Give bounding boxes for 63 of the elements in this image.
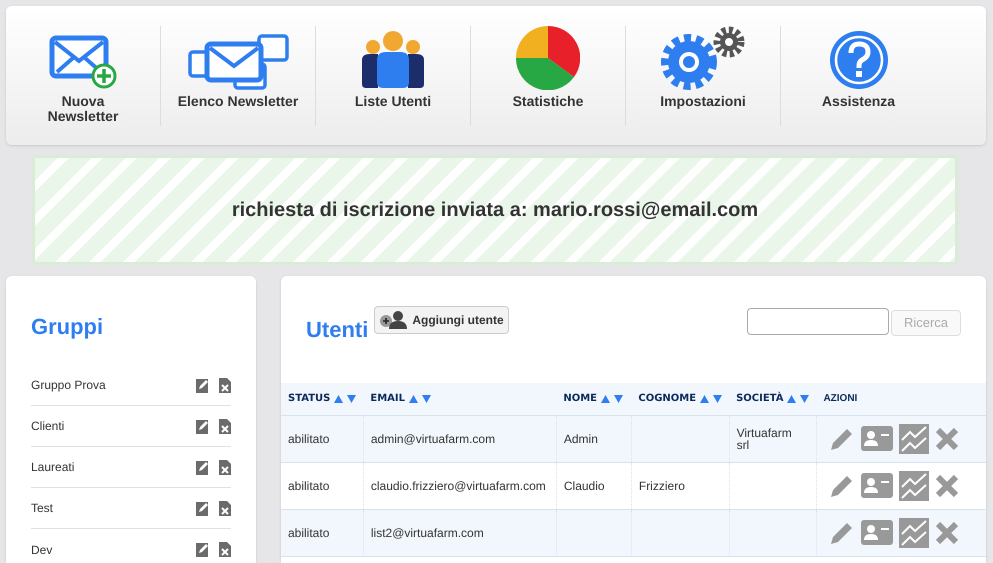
toolbar-button[interactable]: Impostazioni: [626, 26, 781, 126]
delete-icon[interactable]: [934, 474, 959, 498]
column-header: AZIONI: [823, 392, 858, 406]
table-cell-text: Virtuafarm srl: [736, 426, 793, 450]
contact-card-icon[interactable]: [860, 520, 893, 545]
toolbar-button[interactable]: Liste Utenti: [316, 26, 471, 126]
table-cell-text: abilitato: [288, 480, 330, 492]
column-header[interactable]: NOME: [563, 391, 598, 406]
sort-arrows-icon[interactable]: [700, 394, 722, 403]
contact-card-icon[interactable]: [860, 473, 893, 498]
delete-file-icon[interactable]: [219, 542, 231, 557]
edit-icon[interactable]: [196, 500, 210, 516]
table-cell-text: abilitato: [288, 432, 330, 444]
toolbar-button[interactable]: Nuova Newsletter: [6, 26, 161, 126]
edit-icon[interactable]: [196, 542, 210, 557]
line-chart-icon[interactable]: [898, 518, 929, 548]
line-chart-icon[interactable]: [898, 470, 929, 500]
contact-card-icon[interactable]: [860, 426, 893, 451]
column-header[interactable]: SOCIETÀ: [736, 391, 784, 406]
notice-message: richiesta di iscrizione inviata a: mario.rossi@email.com: [232, 198, 758, 223]
envelopes-icon: [187, 34, 289, 90]
column-header[interactable]: EMAIL: [370, 391, 405, 406]
sort-arrows-icon[interactable]: [787, 394, 810, 403]
sort-arrows-icon[interactable]: [408, 394, 431, 403]
group-name[interactable]: Test: [31, 499, 196, 517]
toolbar-button[interactable]: Statistiche: [471, 26, 626, 126]
table-cell-text: Frizziero: [638, 480, 686, 492]
group-name[interactable]: Gruppo Prova: [31, 376, 196, 394]
pie-chart-icon: [516, 26, 580, 90]
delete-file-icon[interactable]: [219, 418, 231, 434]
search-field[interactable]: [747, 308, 889, 335]
toolbar-button[interactable]: Assistenza: [781, 26, 936, 126]
delete-file-icon[interactable]: [219, 460, 231, 474]
gears-icon: [659, 26, 747, 90]
group-name[interactable]: Dev: [31, 540, 196, 558]
panel-title: Utenti: [306, 316, 368, 344]
group-name[interactable]: Clienti: [31, 417, 196, 435]
table-cell-text: list2@virtuafarm.com: [370, 526, 485, 538]
delete-file-icon[interactable]: [219, 378, 231, 392]
table-cell-text: abilitato: [288, 526, 330, 538]
column-header[interactable]: COGNOME: [638, 391, 696, 406]
toolbar-button[interactable]: Elenco Newsletter: [161, 26, 316, 126]
table-cell-text: admin@virtuafarm.com: [370, 432, 496, 444]
sort-arrows-icon[interactable]: [334, 394, 356, 403]
people-icon: [360, 30, 426, 90]
table-cell-text: Claudio: [564, 480, 606, 492]
table-cell-text: claudio.frizziero@virtuafarm.com: [370, 480, 547, 492]
edit-icon[interactable]: [196, 460, 210, 474]
edit-icon[interactable]: [196, 418, 210, 434]
add-user-icon: [379, 311, 410, 329]
column-header[interactable]: STATUS: [288, 391, 330, 406]
envelope-plus-icon: [49, 34, 117, 90]
delete-icon[interactable]: [934, 520, 959, 544]
help-icon: [828, 30, 888, 90]
sort-arrows-icon[interactable]: [601, 394, 624, 403]
delete-icon[interactable]: [934, 426, 959, 450]
edit-icon[interactable]: [196, 378, 210, 392]
line-chart-icon[interactable]: [898, 424, 929, 454]
panel-title: Gruppi: [31, 313, 104, 341]
delete-file-icon[interactable]: [219, 500, 231, 516]
add-user-button[interactable]: Aggiungi utente: [374, 306, 509, 334]
group-name[interactable]: Laureati: [31, 458, 196, 476]
table-cell-text: Admin: [564, 432, 599, 444]
